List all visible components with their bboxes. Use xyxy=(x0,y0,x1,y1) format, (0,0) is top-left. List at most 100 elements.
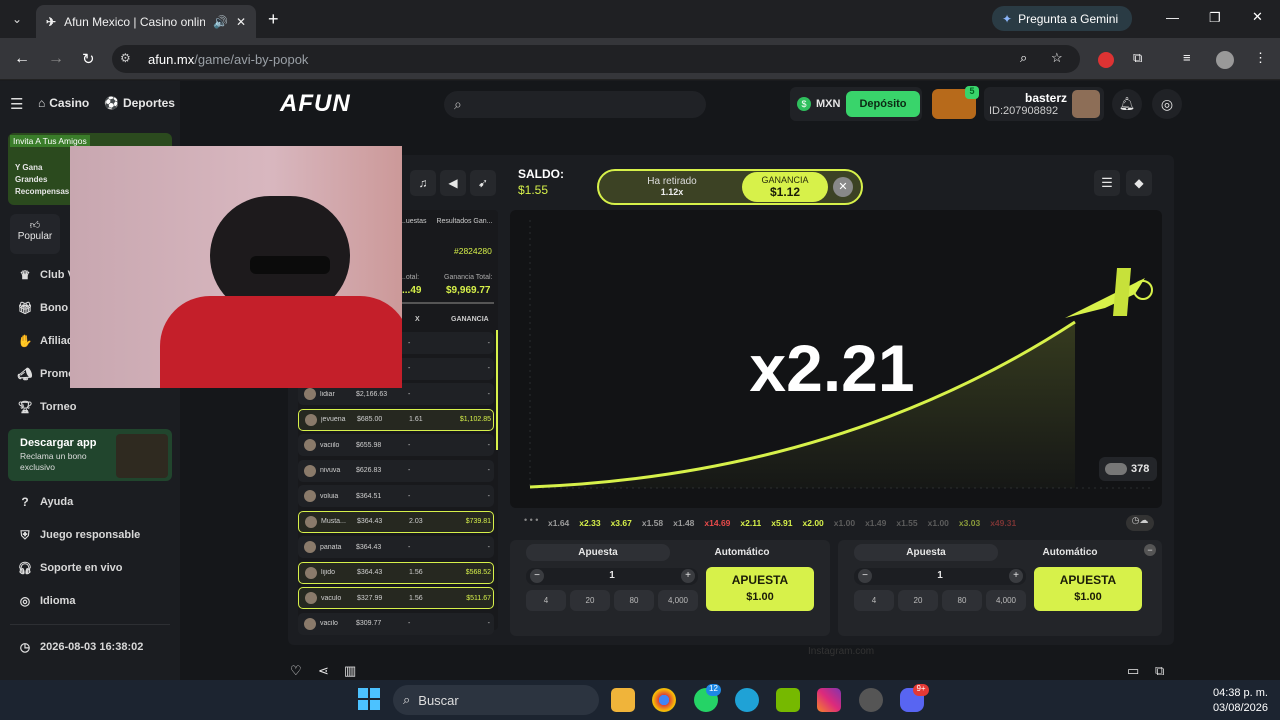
rocket-icon[interactable]: ➹ xyxy=(470,170,496,196)
amount-value[interactable]: 1 xyxy=(606,570,618,581)
history-toggle-icon[interactable]: ◷☁ xyxy=(1126,515,1154,531)
history-chip[interactable]: x2.33 xyxy=(579,518,600,528)
fullscreen-icon[interactable]: ⧉ xyxy=(1155,663,1164,679)
site-info-icon[interactable]: ⚙ xyxy=(120,51,131,65)
menu-toggle-icon[interactable]: ☰ xyxy=(10,95,23,113)
back-icon[interactable]: ← xyxy=(14,50,30,68)
minus-button[interactable]: − xyxy=(858,569,872,583)
profile-avatar[interactable] xyxy=(1216,51,1234,69)
quick-amount-button[interactable]: 4 xyxy=(526,590,566,611)
tab-list-chevron-icon[interactable]: ⌄ xyxy=(10,12,24,26)
zoom-icon[interactable]: ⌕ xyxy=(1020,50,1027,66)
music-icon[interactable]: ♫ xyxy=(410,170,436,196)
minimize-icon[interactable]: — xyxy=(1166,10,1179,25)
history-chip[interactable]: x49.31 xyxy=(990,518,1016,528)
windows-start-icon[interactable] xyxy=(358,688,380,710)
quick-amount-button[interactable]: 20 xyxy=(570,590,610,611)
browser-tab[interactable]: ✈ Afun Mexico | Casino online 🔊 ✕ xyxy=(36,5,256,38)
theater-icon[interactable]: ▭ xyxy=(1127,663,1139,679)
heart-icon[interactable]: ♡ xyxy=(290,663,302,679)
remove-panel-icon[interactable]: − xyxy=(1144,544,1156,556)
new-tab-icon[interactable]: + xyxy=(268,9,279,30)
bookmark-star-icon[interactable]: ☆ xyxy=(1051,50,1063,66)
forward-icon[interactable]: → xyxy=(48,50,64,68)
url-field[interactable]: afun.mx/game/avi-by-popok xyxy=(112,45,1080,73)
nav-casino[interactable]: ⌂ Casino xyxy=(38,96,89,110)
total-value: ...49 xyxy=(402,285,422,296)
game-menu-icon[interactable]: ☰ xyxy=(1094,170,1120,196)
app-icon[interactable] xyxy=(859,688,883,712)
sound-icon[interactable]: ◀ xyxy=(440,170,466,196)
history-chip[interactable]: x1.00 xyxy=(834,518,855,528)
search-input[interactable]: ⌕ xyxy=(444,91,706,118)
quick-amount-button[interactable]: 4,000 xyxy=(658,590,698,611)
history-chip[interactable]: x3.03 xyxy=(959,518,980,528)
sidebar-item-support[interactable]: 🎧︎ Soporte en vivo xyxy=(17,561,122,575)
multiplier-value: x2.21 xyxy=(749,331,915,405)
quick-amount-button[interactable]: 20 xyxy=(898,590,938,611)
nav-deportes[interactable]: ⚽ Deportes xyxy=(104,96,175,110)
taskbar-search[interactable]: ⌕ Buscar xyxy=(393,685,599,715)
row-bet: $309.77 xyxy=(356,620,382,627)
tab-automatico[interactable]: Automático xyxy=(676,544,808,561)
history-chip[interactable]: x1.58 xyxy=(642,518,663,528)
sidebar-item-torneo[interactable]: 🏆︎ Torneo xyxy=(17,400,76,414)
chrome-icon[interactable] xyxy=(652,688,676,712)
tab-close-icon[interactable]: ✕ xyxy=(236,15,246,29)
history-chip[interactable]: x1.49 xyxy=(865,518,886,528)
plus-button[interactable]: + xyxy=(1009,569,1023,583)
sidebar-item-language[interactable]: ◎ Idioma xyxy=(18,594,76,608)
quick-amount-button[interactable]: 80 xyxy=(942,590,982,611)
history-dots-icon[interactable]: • • • xyxy=(524,515,538,525)
afun-logo[interactable]: AFUN xyxy=(280,90,351,118)
gemini-button[interactable]: ✦ Pregunta a Gemini xyxy=(992,6,1132,31)
plus-button[interactable]: + xyxy=(681,569,695,583)
deposit-button[interactable]: Depósito xyxy=(846,91,920,117)
media-control-icon[interactable]: ≡ xyxy=(1183,50,1191,65)
quick-amount-button[interactable]: 4,000 xyxy=(986,590,1026,611)
scrollbar[interactable] xyxy=(496,330,498,450)
share-icon[interactable]: ⋖ xyxy=(318,663,329,679)
user-avatar[interactable] xyxy=(1072,90,1100,118)
quick-amount-button[interactable]: 4 xyxy=(854,590,894,611)
extensions-puzzle-icon[interactable]: ⧉ xyxy=(1133,50,1142,66)
row-x: - xyxy=(408,339,411,347)
history-chip[interactable]: x1.48 xyxy=(673,518,694,528)
history-chip[interactable]: x1.00 xyxy=(928,518,949,528)
popular-tab[interactable]: 👍︎ Popular xyxy=(10,214,60,254)
reload-icon[interactable]: ↻ xyxy=(82,50,95,68)
sidebar-item-responsible[interactable]: ⛨ Juego responsable xyxy=(18,528,140,542)
history-chip[interactable]: x2.11 xyxy=(740,518,761,528)
maximize-icon[interactable]: ❐ xyxy=(1209,10,1221,26)
quick-amount-button[interactable]: 80 xyxy=(614,590,654,611)
globe-icon[interactable]: ◎ xyxy=(1152,89,1182,119)
history-chip[interactable]: x1.64 xyxy=(548,518,569,528)
row-avatar xyxy=(304,388,316,400)
chat-icon[interactable]: ◆ xyxy=(1126,170,1152,196)
file-explorer-icon[interactable] xyxy=(611,688,635,712)
history-chip[interactable]: x14.69 xyxy=(704,518,730,528)
history-chip[interactable]: x5.91 xyxy=(771,518,792,528)
bell-icon[interactable]: 🔔︎ xyxy=(1112,89,1142,119)
history-chip[interactable]: x2.00 xyxy=(803,518,824,528)
close-window-icon[interactable]: ✕ xyxy=(1252,9,1263,25)
tab-results[interactable]: Resultados Gan... xyxy=(436,218,492,236)
minus-button[interactable]: − xyxy=(530,569,544,583)
sidebar-item-bono[interactable]: 🎁︎ Bono xyxy=(17,301,68,315)
chrome-menu-icon[interactable]: ⋮ xyxy=(1254,50,1267,66)
tab-apuesta[interactable]: Apuesta xyxy=(854,544,998,561)
nvidia-icon[interactable] xyxy=(776,688,800,712)
sidebar-item-ayuda[interactable]: ? Ayuda xyxy=(18,495,73,509)
players-avatars-icon xyxy=(1105,463,1127,475)
tab-automatico[interactable]: Automático xyxy=(1004,544,1136,561)
tab-bets[interactable]: ...uestas xyxy=(400,218,426,236)
edge-icon[interactable] xyxy=(735,688,759,712)
history-chip[interactable]: x1.55 xyxy=(896,518,917,528)
history-chip[interactable]: x3.67 xyxy=(611,518,632,528)
amount-value[interactable]: 1 xyxy=(934,570,946,581)
toast-close-icon[interactable]: ✕ xyxy=(833,177,853,197)
extension-icon[interactable] xyxy=(1098,52,1114,68)
stats-icon[interactable]: ▥ xyxy=(344,663,356,679)
tab-apuesta[interactable]: Apuesta xyxy=(526,544,670,561)
instagram-icon[interactable] xyxy=(817,688,841,712)
